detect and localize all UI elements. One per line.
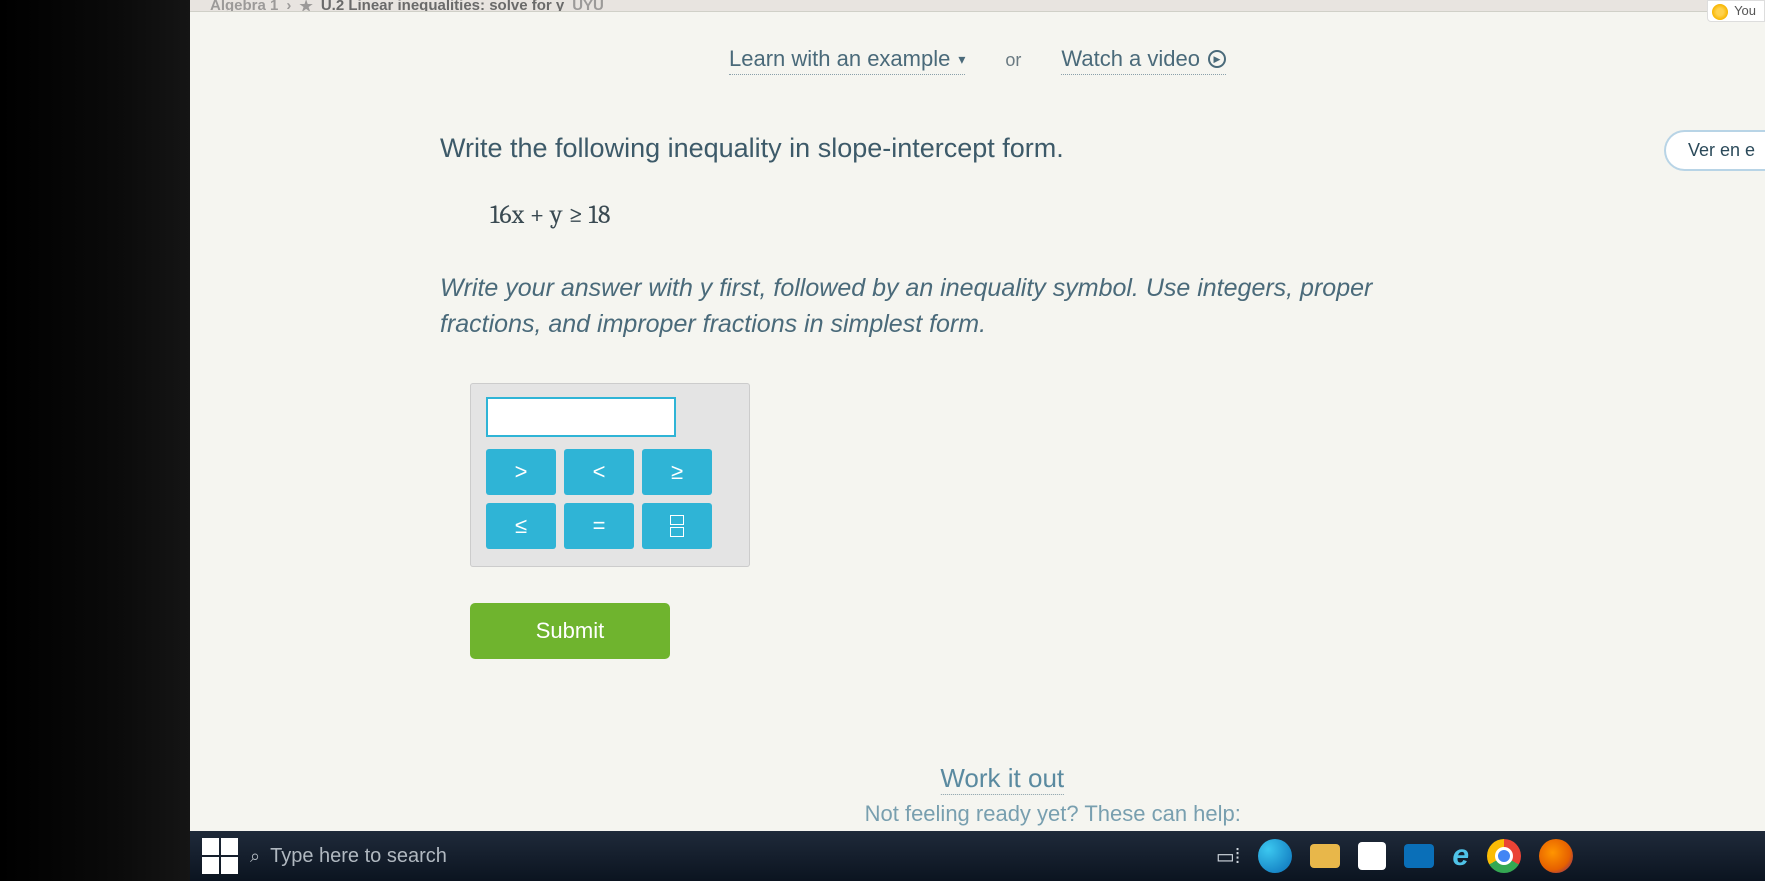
question-prompt: Write the following inequality in slope-… (440, 133, 1765, 164)
star-icon: ★ (299, 0, 312, 12)
key-greater-equal[interactable]: ≥ (642, 449, 712, 495)
main-window: Algebra 1 › ★ U.2 Linear inequalities: s… (190, 0, 1765, 881)
help-links: Learn with an example ▾ or Watch a video… (190, 12, 1765, 93)
learn-example-label: Learn with an example (729, 46, 950, 72)
chevron-right-icon: › (286, 0, 291, 12)
fraction-icon (670, 514, 684, 538)
answer-input[interactable] (486, 397, 676, 437)
store-icon[interactable] (1358, 842, 1386, 870)
mail-icon[interactable] (1404, 844, 1434, 868)
learn-example-link[interactable]: Learn with an example ▾ (729, 46, 965, 75)
question-instructions: Write your answer with y first, followed… (440, 270, 1440, 343)
firefox-icon[interactable] (1539, 839, 1573, 873)
not-ready-text: Not feeling ready yet? These can help: (865, 801, 1241, 827)
breadcrumb-bar: Algebra 1 › ★ U.2 Linear inequalities: s… (190, 0, 1765, 12)
you-badge[interactable]: You (1707, 0, 1765, 22)
breadcrumb-section[interactable]: U.2 Linear inequalities: solve for y (321, 0, 564, 12)
watch-video-label: Watch a video (1061, 46, 1200, 72)
search-placeholder: Type here to search (270, 845, 447, 868)
start-button[interactable] (202, 838, 238, 874)
taskbar-search[interactable]: ⌕ Type here to search (250, 845, 590, 868)
key-less-equal[interactable]: ≤ (486, 503, 556, 549)
key-equals[interactable]: = (564, 503, 634, 549)
submit-button[interactable]: Submit (470, 603, 670, 659)
question-equation: 16x + y ≥ 18 (490, 200, 1765, 230)
screen-bezel (0, 0, 190, 881)
taskbar: ⌕ Type here to search ▭⁞ e (190, 831, 1765, 881)
help-or-label: or (1005, 50, 1021, 71)
search-icon: ⌕ (250, 846, 260, 867)
internet-explorer-icon[interactable]: e (1452, 839, 1469, 873)
answer-panel: > < ≥ ≤ = (470, 383, 750, 567)
breadcrumb-code: UYU (572, 0, 604, 12)
chrome-icon[interactable] (1487, 839, 1521, 873)
play-icon: ▶ (1208, 50, 1226, 68)
language-button[interactable]: Ver en e (1664, 130, 1765, 171)
file-explorer-icon[interactable] (1310, 844, 1340, 868)
symbol-keypad: > < ≥ ≤ = (486, 449, 734, 549)
watch-video-link[interactable]: Watch a video ▶ (1061, 46, 1226, 75)
chevron-down-icon: ▾ (958, 51, 965, 68)
key-fraction[interactable] (642, 503, 712, 549)
work-it-out-link[interactable]: Work it out (940, 763, 1064, 795)
breadcrumb-course[interactable]: Algebra 1 (210, 0, 278, 12)
question-content: Write the following inequality in slope-… (190, 93, 1765, 659)
taskbar-tray: ▭⁞ e (1216, 839, 1753, 873)
key-greater-than[interactable]: > (486, 449, 556, 495)
key-less-than[interactable]: < (564, 449, 634, 495)
task-view-icon[interactable]: ▭⁞ (1216, 844, 1240, 869)
edge-icon[interactable] (1258, 839, 1292, 873)
